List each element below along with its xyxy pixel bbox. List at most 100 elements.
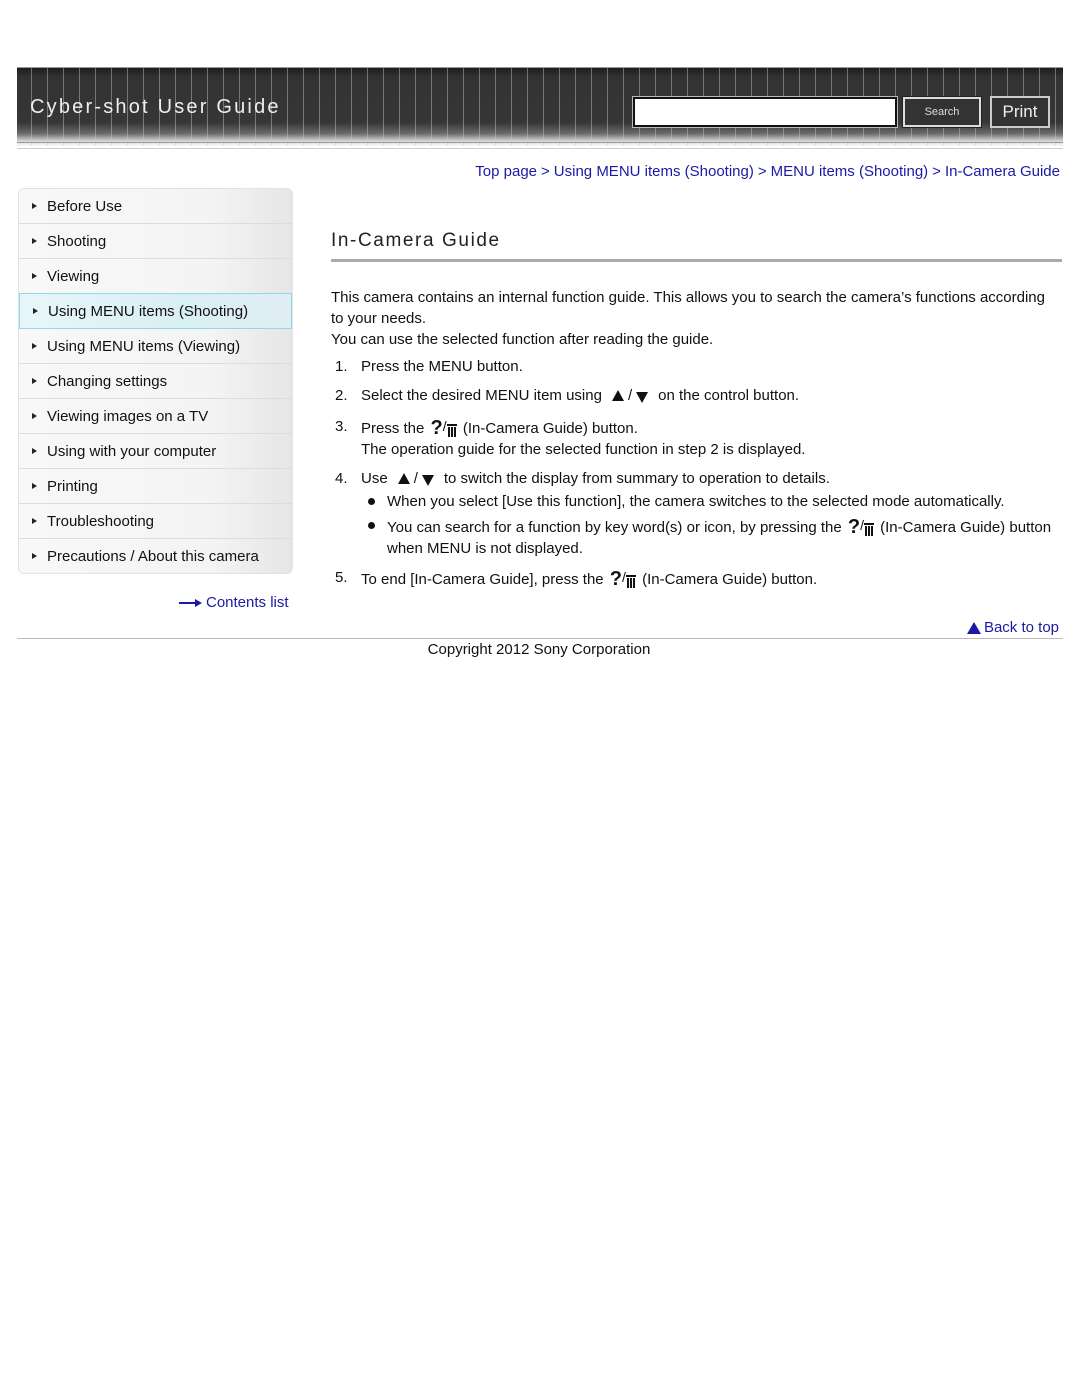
question-icon: ?: [609, 568, 623, 590]
triangle-right-icon: [32, 203, 37, 209]
sidebar-item-printing[interactable]: Printing: [19, 469, 292, 504]
sidebar-item-label: Viewing images on a TV: [47, 407, 209, 425]
sidebar-item-label: Using MENU items (Viewing): [47, 337, 241, 355]
step-text: Press the MENU button.: [361, 358, 523, 375]
slash: /: [413, 470, 418, 487]
intro-paragraph: This camera contains an internal functio…: [331, 289, 1045, 327]
step-number: 2.: [335, 387, 348, 404]
note-text: You can search for a function by key wor…: [387, 519, 842, 536]
up-arrow-icon: [397, 473, 410, 484]
trash-icon: [863, 522, 874, 536]
copyright: Copyright 2012 Sony Corporation: [427, 641, 651, 658]
sidebar-item-viewing[interactable]: Viewing: [19, 259, 292, 294]
triangle-right-icon: [32, 483, 37, 489]
note-item: When you select [Use this function], the…: [361, 491, 1061, 512]
header-divider: [17, 148, 1063, 149]
down-arrow-icon: [421, 475, 434, 486]
footer-divider: [17, 638, 1063, 639]
sidebar-item-label: Troubleshooting: [47, 512, 155, 530]
search-input[interactable]: [633, 97, 897, 127]
step-3: 3. Press the ? / (In-Camera Guide) button…: [331, 416, 1061, 460]
sidebar-item-using-menu-items-shooting[interactable]: Using MENU items (Shooting): [19, 293, 292, 329]
step-text-after: to switch the display from summary to op…: [443, 470, 830, 487]
breadcrumb-in-camera-guide[interactable]: In-Camera Guide: [945, 163, 1060, 180]
question-icon: ?: [430, 417, 443, 439]
step-number: 1.: [335, 358, 348, 375]
contents-list-link[interactable]: Contents list: [179, 594, 289, 611]
sidebar-item-label: Printing: [47, 477, 98, 495]
step-text-after: on the control button.: [658, 387, 800, 404]
search-button[interactable]: Search: [902, 96, 982, 128]
site-title: Cyber-shot User Guide: [30, 96, 281, 118]
step-text: Select the desired MENU item using: [361, 387, 602, 404]
step-4: 4. Use / to switch the display from summar…: [331, 468, 1061, 559]
step-text: Use: [361, 470, 388, 487]
step-2: 2. Select the desired MENU item using / on…: [331, 385, 1061, 406]
sidebar-item-before-use[interactable]: Before Use: [19, 189, 292, 224]
step-number: 3.: [335, 418, 348, 435]
breadcrumb-top-page[interactable]: Top page: [475, 163, 537, 180]
breadcrumb-separator: >: [541, 163, 550, 180]
contents-list-label: Contents list: [206, 594, 289, 611]
slash: /: [627, 387, 633, 404]
in-camera-guide-icon: ? /: [847, 515, 874, 538]
step-text-after: (In-Camera Guide) button.: [642, 571, 818, 588]
in-camera-guide-icon: ? /: [430, 416, 457, 439]
header-banner: Cyber-shot User Guide Search Print: [17, 67, 1063, 146]
step-4-notes: When you select [Use this function], the…: [361, 491, 1061, 559]
sidebar-item-label: Viewing: [47, 267, 100, 285]
triangle-right-icon: [32, 273, 37, 279]
step-1: 1. Press the MENU button.: [331, 356, 1061, 377]
breadcrumb-separator: >: [757, 163, 767, 180]
triangle-right-icon: [32, 238, 37, 244]
trash-icon: [446, 423, 457, 437]
sidebar-item-changing-settings[interactable]: Changing settings: [19, 364, 292, 399]
page-title: In-Camera Guide: [331, 230, 501, 251]
step-text: Press the: [361, 420, 425, 437]
sidebar-item-label: Shooting: [47, 232, 107, 250]
breadcrumb: Top page > Using MENU items (Shooting) > MEN…: [475, 163, 1060, 180]
sidebar-item-label: Precautions / About this camera: [47, 547, 259, 565]
back-to-top-label: Back to top: [983, 619, 1059, 636]
triangle-right-icon: [32, 378, 37, 384]
step-number: 4.: [335, 470, 348, 487]
sidebar-item-using-menu-items-viewing[interactable]: Using MENU items (Viewing): [19, 329, 292, 364]
step-text-after: (In-Camera Guide) button.: [462, 420, 638, 437]
title-divider: [331, 259, 1062, 262]
sidebar-item-using-with-computer[interactable]: Using with your computer: [19, 434, 292, 469]
intro-paragraph-2: You can use the selected function after …: [331, 331, 714, 348]
breadcrumb-menu-items-shooting[interactable]: MENU items (Shooting): [771, 163, 929, 180]
sidebar-item-label: Using MENU items (Shooting): [48, 302, 249, 320]
triangle-right-icon: [32, 343, 37, 349]
step-5: 5. To end [In-Camera Guide], press the ?…: [331, 567, 1061, 590]
trash-icon: [625, 574, 636, 588]
back-to-top-link[interactable]: Back to top: [966, 619, 1059, 636]
question-icon: ?: [847, 516, 861, 538]
breadcrumb-separator: >: [932, 163, 941, 180]
in-camera-guide-icon: ? /: [609, 567, 636, 590]
triangle-right-icon: [32, 413, 37, 419]
up-arrow-icon: [611, 390, 624, 401]
triangle-right-icon: [32, 553, 37, 559]
sidebar-item-viewing-images-on-tv[interactable]: Viewing images on a TV: [19, 399, 292, 434]
sidebar-item-troubleshooting[interactable]: Troubleshooting: [19, 504, 292, 539]
sidebar-item-shooting[interactable]: Shooting: [19, 224, 292, 259]
triangle-right-icon: [33, 308, 38, 314]
sidebar-item-label: Changing settings: [47, 372, 168, 390]
triangle-right-icon: [32, 518, 37, 524]
step-text: To end [In-Camera Guide], press the: [361, 571, 604, 588]
breadcrumb-using-menu-items-shooting[interactable]: Using MENU items (Shooting): [554, 163, 754, 180]
print-button[interactable]: Print: [990, 96, 1050, 128]
sidebar-item-label: Before Use: [47, 197, 123, 215]
steps-list: 1. Press the MENU button. 2. Select the …: [331, 356, 1061, 590]
sidebar-item-precautions[interactable]: Precautions / About this camera: [19, 539, 292, 573]
triangle-right-icon: [32, 448, 37, 454]
sidebar-item-label: Using with your computer: [47, 442, 217, 460]
note-item: You can search for a function by key wor…: [361, 515, 1061, 559]
down-arrow-icon: [636, 392, 649, 403]
main-content: This camera contains an internal functio…: [331, 287, 1061, 598]
sidebar-nav: Before Use Shooting Viewing Using MENU i…: [18, 188, 293, 574]
step-number: 5.: [335, 569, 348, 586]
step-subtext: The operation guide for the selected fun…: [361, 441, 806, 458]
triangle-up-icon: [966, 621, 981, 634]
